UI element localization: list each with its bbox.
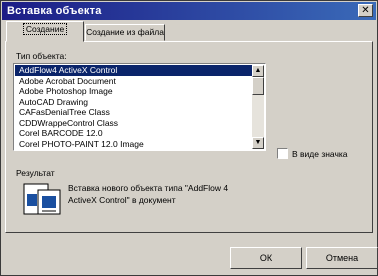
object-type-label: Тип объекта: bbox=[16, 51, 67, 61]
list-item[interactable]: CAFasDenialTree Class bbox=[15, 107, 253, 118]
list-item[interactable]: AutoCAD Drawing bbox=[15, 97, 253, 108]
arrow-up-icon: ▲ bbox=[254, 67, 262, 74]
result-label: Результат bbox=[16, 168, 55, 178]
tab-label: Создание из файла bbox=[86, 27, 164, 37]
insert-object-icon bbox=[23, 183, 61, 215]
result-line-1: Вставка нового объекта типа "AddFlow 4 bbox=[68, 183, 229, 193]
result-description: Вставка нового объекта типа "AddFlow 4 A… bbox=[68, 182, 228, 206]
tab-label: Создание bbox=[22, 23, 68, 35]
list-item[interactable]: Corel BARCODE 12.0 bbox=[15, 128, 253, 139]
close-icon: ✕ bbox=[361, 5, 370, 16]
title-bar[interactable]: Вставка объекта ✕ bbox=[2, 2, 376, 20]
list-item[interactable]: AddFlow4 ActiveX Control bbox=[15, 65, 253, 76]
close-button[interactable]: ✕ bbox=[358, 4, 373, 17]
list-item[interactable]: Adobe Acrobat Document bbox=[15, 76, 253, 87]
object-type-items: AddFlow4 ActiveX Control Adobe Acrobat D… bbox=[15, 65, 253, 149]
object-type-list[interactable]: AddFlow4 ActiveX Control Adobe Acrobat D… bbox=[13, 63, 266, 151]
cancel-button[interactable]: Отмена bbox=[306, 247, 378, 269]
arrow-down-icon: ▼ bbox=[254, 139, 262, 146]
scroll-down-button[interactable]: ▼ bbox=[252, 137, 264, 149]
scroll-up-button[interactable]: ▲ bbox=[252, 65, 264, 77]
scroll-thumb[interactable] bbox=[252, 77, 264, 95]
window-title: Вставка объекта bbox=[7, 5, 102, 17]
list-scrollbar[interactable]: ▲ ▼ bbox=[252, 65, 264, 149]
result-line-2: ActiveX Control" в документ bbox=[68, 195, 176, 205]
tab-create[interactable]: Создание bbox=[6, 21, 84, 42]
ok-button[interactable]: ОК bbox=[230, 247, 302, 269]
tab-create-from-file[interactable]: Создание из файла bbox=[85, 24, 165, 41]
list-item[interactable]: Adobe Photoshop Image bbox=[15, 86, 253, 97]
display-as-icon-checkbox[interactable] bbox=[277, 148, 288, 159]
list-item[interactable]: Corel PHOTO-PAINT 12.0 Image bbox=[15, 139, 253, 150]
list-item[interactable]: CDDWrappeControl Class bbox=[15, 118, 253, 129]
display-as-icon-label[interactable]: В виде значка bbox=[292, 149, 348, 159]
